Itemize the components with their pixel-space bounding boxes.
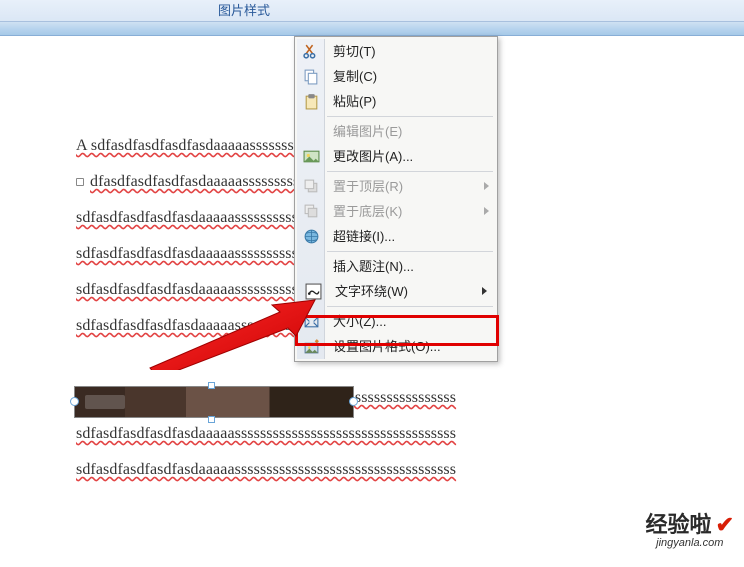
menu-item-cut[interactable]: 剪切(T) <box>297 39 495 64</box>
menu-label: 设置图片格式(O)... <box>333 339 441 354</box>
submenu-arrow-icon <box>484 182 489 190</box>
size-icon <box>303 313 320 330</box>
paste-icon <box>303 93 320 110</box>
menu-item-change-picture[interactable]: 更改图片(A)... <box>297 144 495 169</box>
bring-to-front-icon <box>303 178 320 195</box>
check-icon: ✔ <box>716 512 734 537</box>
menu-item-hyperlink[interactable]: 超链接(I)... <box>297 224 495 249</box>
menu-separator <box>327 306 493 307</box>
submenu-arrow-icon <box>484 207 489 215</box>
menu-label: 大小(Z)... <box>333 314 386 329</box>
ribbon-lower-bar <box>0 22 744 36</box>
resize-handle-right[interactable] <box>349 397 358 406</box>
watermark-text: 经验啦 <box>646 512 712 537</box>
menu-item-insert-caption[interactable]: 插入题注(N)... <box>297 254 495 279</box>
submenu-arrow-icon <box>482 287 487 295</box>
menu-item-send-to-back: 置于底层(K) <box>297 199 495 224</box>
menu-item-bring-to-front: 置于顶层(R) <box>297 174 495 199</box>
menu-item-text-wrapping[interactable]: 文字环绕(W) <box>299 279 493 304</box>
ribbon-bar: 图片样式 <box>0 0 744 22</box>
menu-label: 更改图片(A)... <box>333 149 413 164</box>
menu-label: 插入题注(N)... <box>333 259 414 274</box>
menu-item-paste[interactable]: 粘贴(P) <box>297 89 495 114</box>
menu-label: 复制(C) <box>333 69 377 84</box>
resize-handle-left[interactable] <box>70 397 79 406</box>
resize-handle-top[interactable] <box>208 382 215 389</box>
watermark: 经验啦✔ jingyanla.com <box>646 507 734 549</box>
menu-label: 置于底层(K) <box>333 204 402 219</box>
menu-separator <box>327 171 493 172</box>
format-picture-icon <box>303 338 320 355</box>
menu-item-edit-picture: 编辑图片(E) <box>297 119 495 144</box>
menu-item-copy[interactable]: 复制(C) <box>297 64 495 89</box>
menu-separator <box>327 116 493 117</box>
send-to-back-icon <box>303 203 320 220</box>
resize-handle-bottom[interactable] <box>208 416 215 423</box>
menu-separator <box>327 251 493 252</box>
menu-label: 文字环绕(W) <box>335 284 408 299</box>
context-menu: 剪切(T) 复制(C) 粘贴(P) 编辑图片(E) 更改图片(A)... 置于顶… <box>294 36 498 362</box>
change-picture-icon <box>303 148 320 165</box>
menu-item-format-picture[interactable]: 设置图片格式(O)... <box>297 334 495 359</box>
watermark-url: jingyanla.com <box>646 537 734 549</box>
embedded-image[interactable] <box>74 386 354 418</box>
cut-icon <box>303 43 320 60</box>
copy-icon <box>303 68 320 85</box>
text-line: sdfasdfasdfasdfasdaaaaasssssssssssssssss… <box>76 452 606 488</box>
ribbon-tab-picture-format[interactable]: 图片样式 <box>218 0 270 22</box>
selection-handle-icon <box>76 178 84 186</box>
menu-label: 粘贴(P) <box>333 94 376 109</box>
menu-label: 编辑图片(E) <box>333 124 402 139</box>
menu-item-size[interactable]: 大小(Z)... <box>297 309 495 334</box>
menu-label: 剪切(T) <box>333 44 376 59</box>
hyperlink-icon <box>303 228 320 245</box>
menu-label: 置于顶层(R) <box>333 179 403 194</box>
menu-label: 超链接(I)... <box>333 229 395 244</box>
text-wrapping-icon <box>305 283 322 300</box>
text-line: sdfasdfasdfasdfasdaaaaasssssssssssssssss… <box>76 416 606 452</box>
